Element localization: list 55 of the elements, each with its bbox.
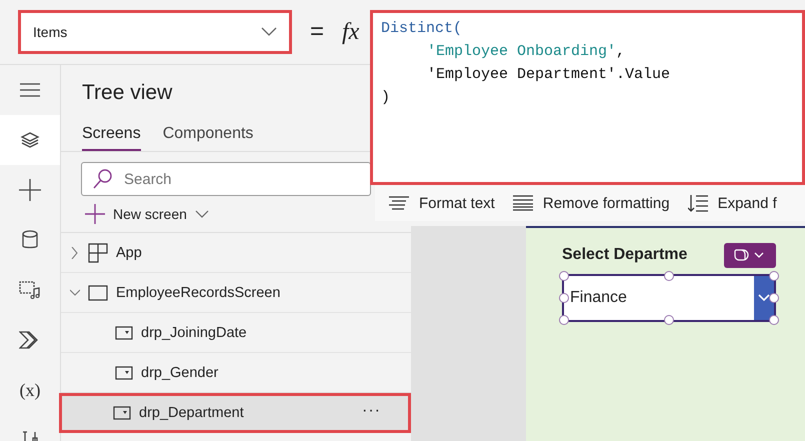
format-lines-icon <box>389 196 409 210</box>
screen-icon <box>88 284 108 300</box>
code-line: ) <box>381 88 392 108</box>
layers-button[interactable] <box>0 115 60 165</box>
field-label: Select Departme <box>562 246 688 264</box>
remove-button[interactable]: Remove formatting <box>512 194 670 212</box>
chevron-down-icon <box>194 210 209 218</box>
search-icon <box>92 168 114 190</box>
fx-button[interactable]: fx <box>342 18 360 46</box>
equals-sign: = <box>310 18 324 46</box>
dropdown-control-icon <box>115 366 133 380</box>
tab[interactable]: Screens <box>82 119 141 151</box>
tree-item[interactable]: EmployeeRecordsScreen <box>61 273 411 313</box>
tree-item[interactable]: App <box>61 233 411 273</box>
new-screen-button[interactable]: New screen <box>61 196 209 232</box>
plus-icon <box>19 179 41 201</box>
property-dropdown[interactable]: Items <box>18 10 292 54</box>
app-icon <box>88 242 108 262</box>
dropdown-control-icon <box>113 406 131 420</box>
layers-icon <box>20 130 40 150</box>
database-icon <box>22 230 38 250</box>
code-line: 'Employee Department'.Value <box>426 65 672 85</box>
code-line: Distinct( <box>381 19 464 39</box>
search-field[interactable]: Search <box>81 162 371 196</box>
expand-lines-icon <box>688 194 708 212</box>
chevron-down-icon <box>758 294 770 302</box>
department-dropdown[interactable]: Finance <box>562 274 776 322</box>
code-line: 'Employee Onboarding', <box>426 42 626 62</box>
formula-editor[interactable]: Distinct( 'Employee Onboarding', 'Employee Department'.Value ) <box>370 10 805 185</box>
chevron-right-icon[interactable] <box>70 246 80 258</box>
resize-handle[interactable] <box>559 293 569 303</box>
tree-item[interactable]: drp_Department ··· <box>59 393 411 433</box>
resize-handle[interactable] <box>559 315 569 325</box>
chevron-down-icon <box>261 27 277 37</box>
more-options-button[interactable]: ··· <box>362 402 381 420</box>
chevron-down-icon[interactable] <box>70 286 80 298</box>
dropdown-control-icon <box>115 326 133 340</box>
menu-icon <box>20 83 40 97</box>
lines-icon <box>512 195 533 211</box>
search-input[interactable]: Search <box>122 170 326 188</box>
plus-icon <box>85 204 105 224</box>
resize-handle[interactable] <box>769 271 779 281</box>
panel-title: Tree view <box>82 81 172 103</box>
tab[interactable]: Components <box>162 119 254 151</box>
tree-item[interactable]: drp_JoiningDate <box>61 313 411 353</box>
copilot-button[interactable] <box>724 242 776 268</box>
expand-button[interactable]: Expand f <box>688 194 777 212</box>
variables-button[interactable]: (x) <box>0 365 60 415</box>
format-button[interactable]: Format text <box>389 194 495 212</box>
resize-handle[interactable] <box>769 293 779 303</box>
resize-handle[interactable] <box>769 315 779 325</box>
resize-handle[interactable] <box>664 315 674 325</box>
resize-handle[interactable] <box>664 271 674 281</box>
resize-handle[interactable] <box>559 271 569 281</box>
media-icon <box>19 280 41 300</box>
